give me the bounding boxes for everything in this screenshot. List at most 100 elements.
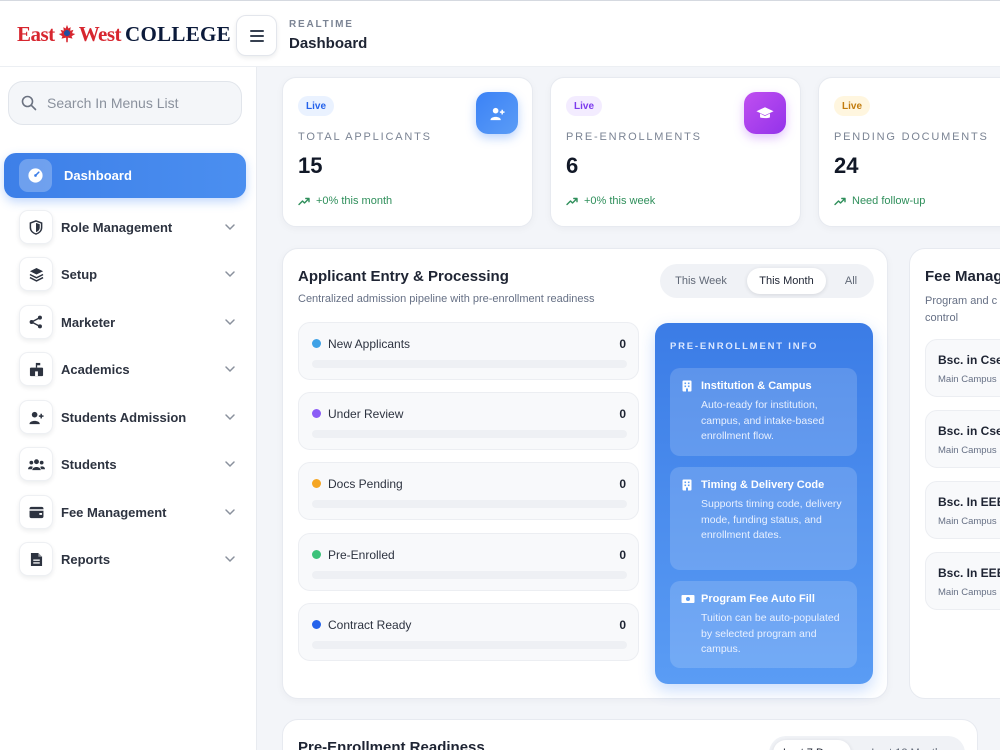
tab-this-month[interactable]: This Month — [747, 268, 826, 294]
stat-value: 24 — [834, 153, 859, 178]
header-subtitle: REALTIME — [289, 19, 354, 30]
layers-icon — [29, 267, 43, 282]
program-campus: Main Campus — [938, 445, 997, 456]
sidebar-item-students[interactable]: Students — [19, 447, 241, 481]
tab-this-week[interactable]: This Week — [664, 268, 738, 294]
stat-trend-text: +0% this week — [584, 195, 656, 207]
search-box[interactable] — [8, 81, 242, 125]
stage-name: Pre-Enrolled — [328, 548, 395, 562]
trending-up-icon — [298, 197, 310, 205]
tab-all[interactable]: All — [832, 268, 870, 294]
stat-label: PENDING DOCUMENTS — [834, 131, 989, 143]
sidebar-item-fee-management[interactable]: Fee Management — [19, 495, 241, 529]
search-input[interactable] — [47, 95, 227, 111]
sidebar-icon-box — [19, 159, 52, 192]
info-card-title: Institution & Campus — [701, 380, 812, 392]
stat-value: 15 — [298, 153, 323, 178]
tab-last-7-days[interactable]: Last 7 Days — [773, 740, 851, 750]
shield-icon — [29, 219, 43, 235]
chevron-down-icon — [225, 509, 235, 516]
college-logo[interactable]: East West COLLEGE — [17, 19, 231, 49]
chevron-down-icon — [225, 319, 235, 326]
stage-pre-enrolled[interactable]: Pre-Enrolled 0 — [298, 533, 639, 591]
live-badge: Live — [298, 96, 335, 116]
panel-title: Fee Manag — [925, 268, 1000, 285]
sidebar-item-setup[interactable]: Setup — [19, 257, 241, 291]
info-card-program-fee: Program Fee Auto Fill Tuition can be aut… — [670, 581, 857, 668]
stage-dot — [312, 339, 321, 348]
stage-progress-bar — [312, 641, 627, 649]
building-icon — [682, 380, 692, 392]
stat-label: TOTAL APPLICANTS — [298, 131, 432, 143]
program-campus: Main Campus — [938, 587, 997, 598]
program-fee-item[interactable]: Bsc. in Cse Main Campus — [925, 410, 1000, 468]
stat-icon-box — [744, 92, 786, 134]
stat-value: 6 — [566, 153, 579, 178]
program-name: Bsc. in Cse — [938, 353, 1000, 367]
program-fee-item[interactable]: Bsc. In EEE Main Campus — [925, 552, 1000, 610]
stat-trend-text: Need follow-up — [852, 195, 926, 207]
share-icon — [29, 315, 42, 329]
sidebar-icon-box — [19, 210, 53, 244]
sidebar-item-label: Students Admission — [61, 409, 187, 425]
stage-docs-pending[interactable]: Docs Pending 0 — [298, 462, 639, 520]
stat-card-total-applicants[interactable]: Live TOTAL APPLICANTS 15 +0% this month — [282, 77, 533, 227]
money-icon — [681, 595, 695, 603]
sidebar-item-students-admission[interactable]: Students Admission — [19, 400, 241, 434]
program-campus: Main Campus — [938, 374, 997, 385]
wallet-icon — [29, 506, 43, 518]
sidebar-item-label: Setup — [61, 266, 98, 282]
info-card-description: Tuition can be auto-populated by selecte… — [701, 612, 840, 655]
sidebar-icon-box — [19, 400, 53, 434]
sidebar-icon-box — [19, 257, 53, 291]
sidebar-item-label: Fee Management — [61, 504, 167, 520]
menu-toggle-button[interactable] — [236, 15, 277, 56]
sidebar-item-label: Academics — [61, 361, 130, 377]
program-fee-item[interactable]: Bsc. in Cse Main Campus — [925, 339, 1000, 397]
stage-count: 0 — [619, 548, 626, 562]
stage-dot — [312, 479, 321, 488]
stage-name: Docs Pending — [328, 477, 403, 491]
sidebar-item-reports[interactable]: Reports — [19, 542, 241, 576]
sidebar-item-dashboard[interactable]: Dashboard — [4, 153, 246, 198]
stage-dot — [312, 409, 321, 418]
tab-last-12-months[interactable]: Last 12 Months — [857, 740, 961, 750]
stage-contract-ready[interactable]: Contract Ready 0 — [298, 603, 639, 661]
maple-leaf-icon — [58, 24, 75, 43]
logo-east-text: East — [17, 21, 55, 46]
stage-under-review[interactable]: Under Review 0 — [298, 392, 639, 450]
sidebar-item-marketer[interactable]: Marketer — [19, 305, 241, 339]
pre-enrollment-info-heading: PRE-ENROLLMENT INFO — [670, 341, 819, 352]
top-header: East West COLLEGE REALTIME Dashboard — [0, 0, 1000, 67]
panel-title: Pre-Enrollment Readiness — [298, 739, 485, 750]
program-fee-item[interactable]: Bsc. In EEE Main Campus — [925, 481, 1000, 539]
user-plus-icon — [28, 411, 44, 424]
sidebar-item-label: Students — [61, 456, 117, 472]
page-title: Dashboard — [289, 35, 368, 52]
stat-label: PRE-ENROLLMENTS — [566, 131, 702, 143]
chevron-down-icon — [225, 366, 235, 373]
chevron-down-icon — [225, 271, 235, 278]
stat-trend: +0% this month — [298, 195, 392, 207]
sidebar-icon-box — [19, 447, 53, 481]
stage-dot — [312, 550, 321, 559]
sidebar-item-academics[interactable]: Academics — [19, 352, 241, 386]
info-card-timing: Timing & Delivery Code Supports timing c… — [670, 467, 857, 570]
stat-trend: Need follow-up — [834, 195, 925, 207]
sidebar-icon-box — [19, 542, 53, 576]
stat-card-pending-documents[interactable]: Live PENDING DOCUMENTS 24 Need follow-up — [818, 77, 1000, 227]
sidebar-icon-box — [19, 495, 53, 529]
sidebar-icon-box — [19, 352, 53, 386]
program-campus: Main Campus — [938, 516, 997, 527]
stage-new-applicants[interactable]: New Applicants 0 — [298, 322, 639, 380]
program-name: Bsc. In EEE — [938, 566, 1000, 580]
sidebar-item-role-management[interactable]: Role Management — [19, 210, 241, 244]
stat-card-pre-enrollments[interactable]: Live PRE-ENROLLMENTS 6 +0% this week — [550, 77, 801, 227]
stat-trend: +0% this week — [566, 195, 655, 207]
stage-progress-bar — [312, 571, 627, 579]
live-badge: Live — [566, 96, 603, 116]
stage-name: Contract Ready — [328, 618, 412, 632]
school-icon — [29, 362, 43, 376]
sidebar-item-label: Dashboard — [64, 168, 132, 183]
info-card-description: Auto-ready for institution, campus, and … — [701, 399, 825, 442]
